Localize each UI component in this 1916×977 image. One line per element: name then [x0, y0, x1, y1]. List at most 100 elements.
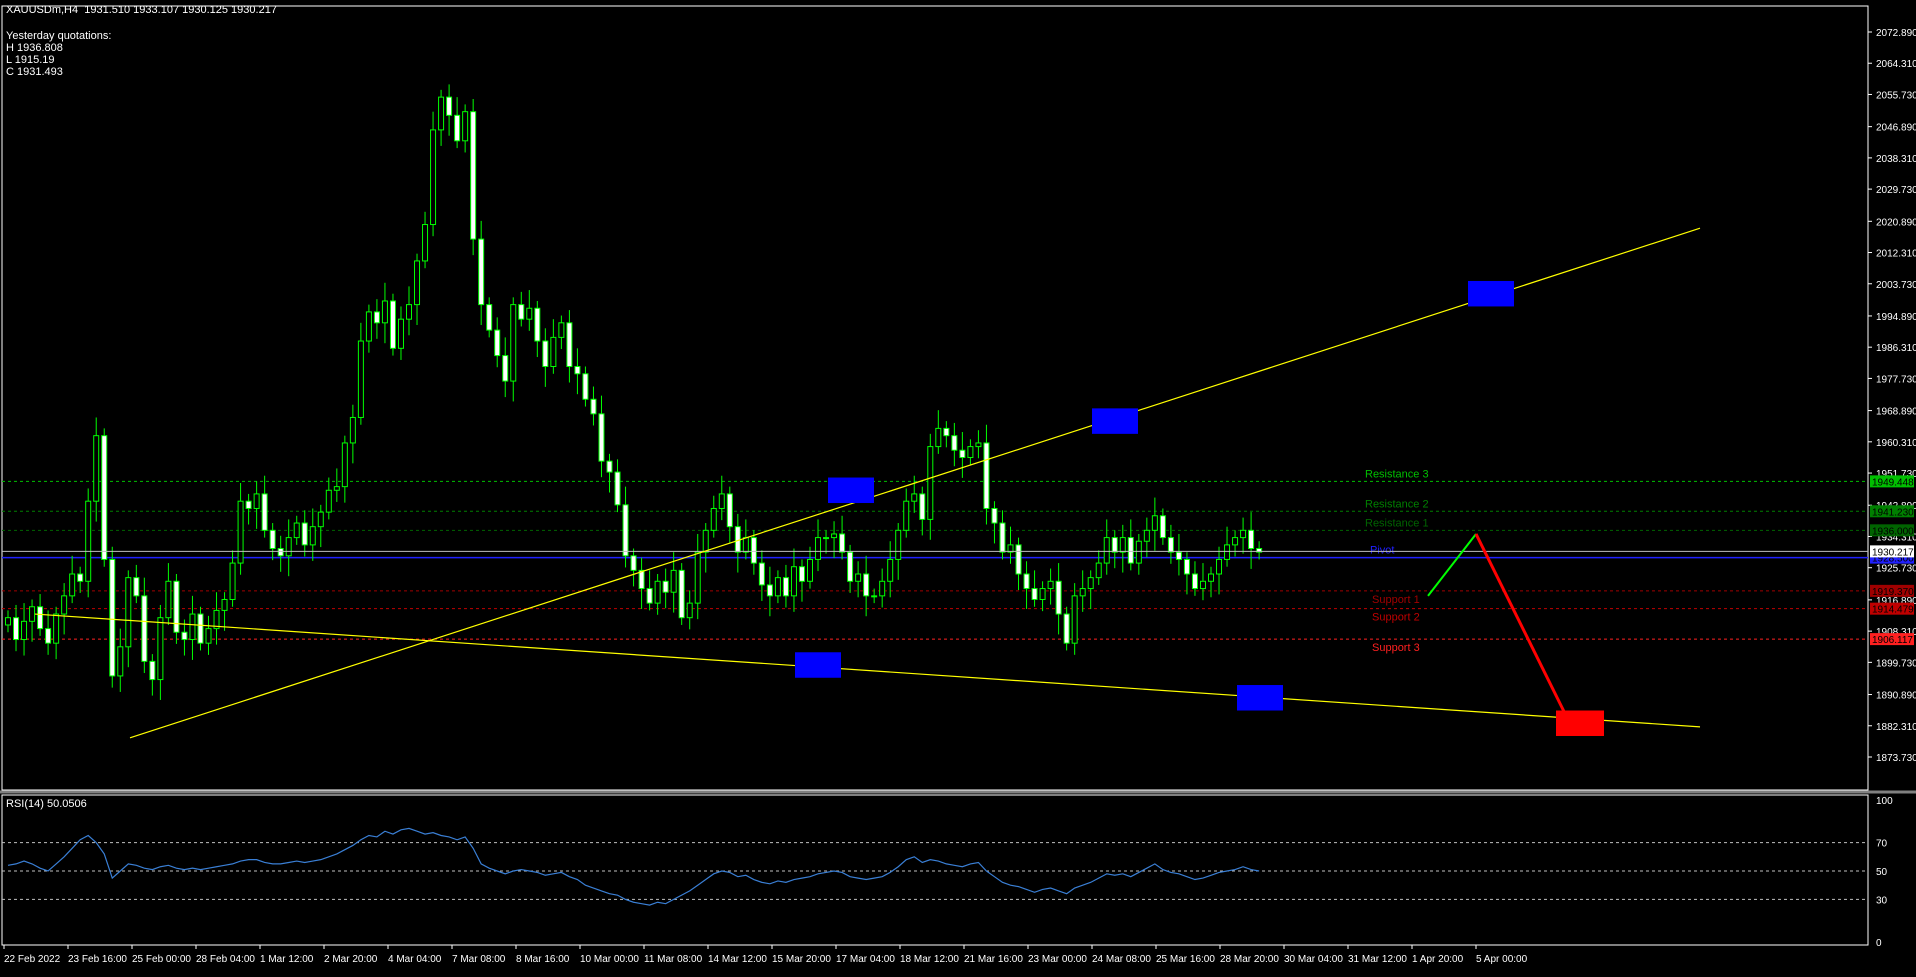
- candle-body: [478, 238, 485, 306]
- candle-body: [357, 340, 364, 418]
- candle-body: [1047, 580, 1054, 590]
- level-label: Pivot: [1370, 545, 1394, 557]
- time-axis-label: 17 Mar 04:00: [836, 954, 895, 965]
- level-label: Support 3: [1372, 642, 1420, 654]
- rsi-line: [7, 827, 1260, 906]
- price-axis-label: 2064.310: [1876, 59, 1916, 70]
- candle-body: [157, 617, 164, 681]
- candle-body: [45, 628, 52, 644]
- candle-body: [1031, 588, 1038, 600]
- candle-body: [253, 493, 260, 509]
- candle-body: [101, 435, 108, 560]
- candle-body: [381, 300, 388, 324]
- level-price-text: 1906.117: [1872, 635, 1913, 646]
- symbol-header: XAUUSDm,H4 1931.510 1933.107 1930.125 19…: [6, 4, 277, 16]
- candle-body: [397, 318, 404, 349]
- time-axis-label: 15 Mar 20:00: [772, 954, 831, 965]
- marker-box-blue: [1468, 280, 1514, 307]
- candle-body: [1216, 558, 1223, 575]
- candle-body: [69, 573, 76, 597]
- candle-body: [141, 595, 148, 662]
- time-axis-label: 22 Feb 2022: [4, 954, 61, 965]
- time-axis-label: 25 Feb 00:00: [132, 954, 191, 965]
- candle-body: [863, 573, 870, 597]
- quotes-close: C 1931.493: [6, 66, 63, 78]
- candle-body: [5, 617, 11, 626]
- quotes-title: Yesterday quotations:: [6, 30, 112, 42]
- candle-body: [1240, 529, 1247, 539]
- candle-body: [261, 493, 268, 531]
- candle-body: [293, 522, 300, 539]
- candle-body: [173, 580, 180, 633]
- price-axis-label: 2055.730: [1876, 90, 1916, 101]
- candle-body: [349, 416, 356, 444]
- candle-body: [534, 307, 541, 342]
- candle-body: [438, 96, 445, 131]
- candle-body: [831, 533, 838, 539]
- time-axis-label: 30 Mar 04:00: [1284, 954, 1343, 965]
- chart-window[interactable]: 2072.890 2064.310 2055.730 2046.890 2038.310…: [0, 0, 1916, 972]
- candle-body: [1119, 537, 1126, 553]
- candle-body: [229, 562, 236, 600]
- candle-body: [269, 529, 276, 550]
- price-axis-label: 2029.730: [1876, 185, 1916, 196]
- candle-body: [29, 606, 36, 622]
- time-axis-label: 21 Mar 16:00: [964, 954, 1023, 965]
- candle-body: [189, 613, 196, 641]
- candle-body: [782, 577, 789, 597]
- candle-body: [1232, 537, 1239, 546]
- candle-body: [839, 533, 846, 553]
- level-label: Resistance 1: [1365, 517, 1429, 529]
- candle-body: [21, 620, 28, 641]
- time-axis-label: 1 Apr 20:00: [1412, 954, 1464, 965]
- rsi-axis-label: 50: [1876, 867, 1888, 878]
- time-axis-label: 25 Mar 16:00: [1156, 954, 1215, 965]
- candle-body: [1079, 588, 1086, 597]
- price-axis-label: 1986.310: [1876, 343, 1916, 354]
- candle-body: [646, 588, 653, 604]
- candle-body: [766, 584, 773, 597]
- candle-body: [871, 595, 878, 598]
- candle-body: [406, 304, 412, 320]
- level-label: Support 1: [1372, 594, 1420, 606]
- candle-body: [53, 613, 60, 644]
- candle-body: [726, 493, 733, 528]
- time-axis-label: 1 Mar 12:00: [260, 954, 314, 965]
- candle-body: [197, 613, 204, 644]
- candle-body: [526, 307, 533, 320]
- candle-body: [710, 507, 717, 531]
- candle-body: [1159, 515, 1166, 539]
- candle-body: [205, 628, 212, 644]
- candle-body: [301, 522, 308, 546]
- level-price-text: 1936.000: [1872, 526, 1914, 537]
- candle-body: [1127, 537, 1134, 564]
- time-axis-label: 28 Mar 20:00: [1220, 954, 1279, 965]
- candle-body: [317, 511, 324, 528]
- price-axis-label: 1890.890: [1876, 691, 1916, 702]
- marker-box-blue: [828, 477, 874, 504]
- rsi-axis-label: 100: [1876, 796, 1893, 807]
- candle-body: [662, 580, 669, 593]
- yesterday-quotes: Yesterday quotations: H 1936.808 L 1915.…: [6, 30, 111, 78]
- candle-body: [879, 580, 886, 597]
- level-label: Resistance 3: [1365, 468, 1429, 480]
- time-axis-label: 11 Mar 08:00: [644, 954, 703, 965]
- candle-body: [1071, 595, 1078, 644]
- candle-body: [341, 442, 348, 488]
- candle-body: [125, 577, 132, 648]
- candle-body: [1151, 515, 1158, 531]
- price-axis-label: 2046.890: [1876, 123, 1916, 134]
- candle-body: [991, 507, 998, 524]
- rsi-axis-label: 0: [1876, 938, 1882, 949]
- candle-body: [237, 500, 244, 564]
- candle-body: [486, 304, 493, 331]
- ohlc-values: 1931.510 1933.107 1930.125 1930.217: [84, 4, 277, 16]
- candle-body: [790, 566, 797, 597]
- candle-body: [1183, 558, 1190, 575]
- candle-body: [919, 493, 926, 520]
- candle-body: [911, 493, 918, 502]
- candle-body: [1175, 551, 1182, 560]
- time-axis-label: 28 Feb 04:00: [196, 954, 255, 965]
- candle-body: [798, 566, 805, 582]
- price-chart[interactable]: 2072.890 2064.310 2055.730 2046.890 2038.310…: [0, 0, 1916, 972]
